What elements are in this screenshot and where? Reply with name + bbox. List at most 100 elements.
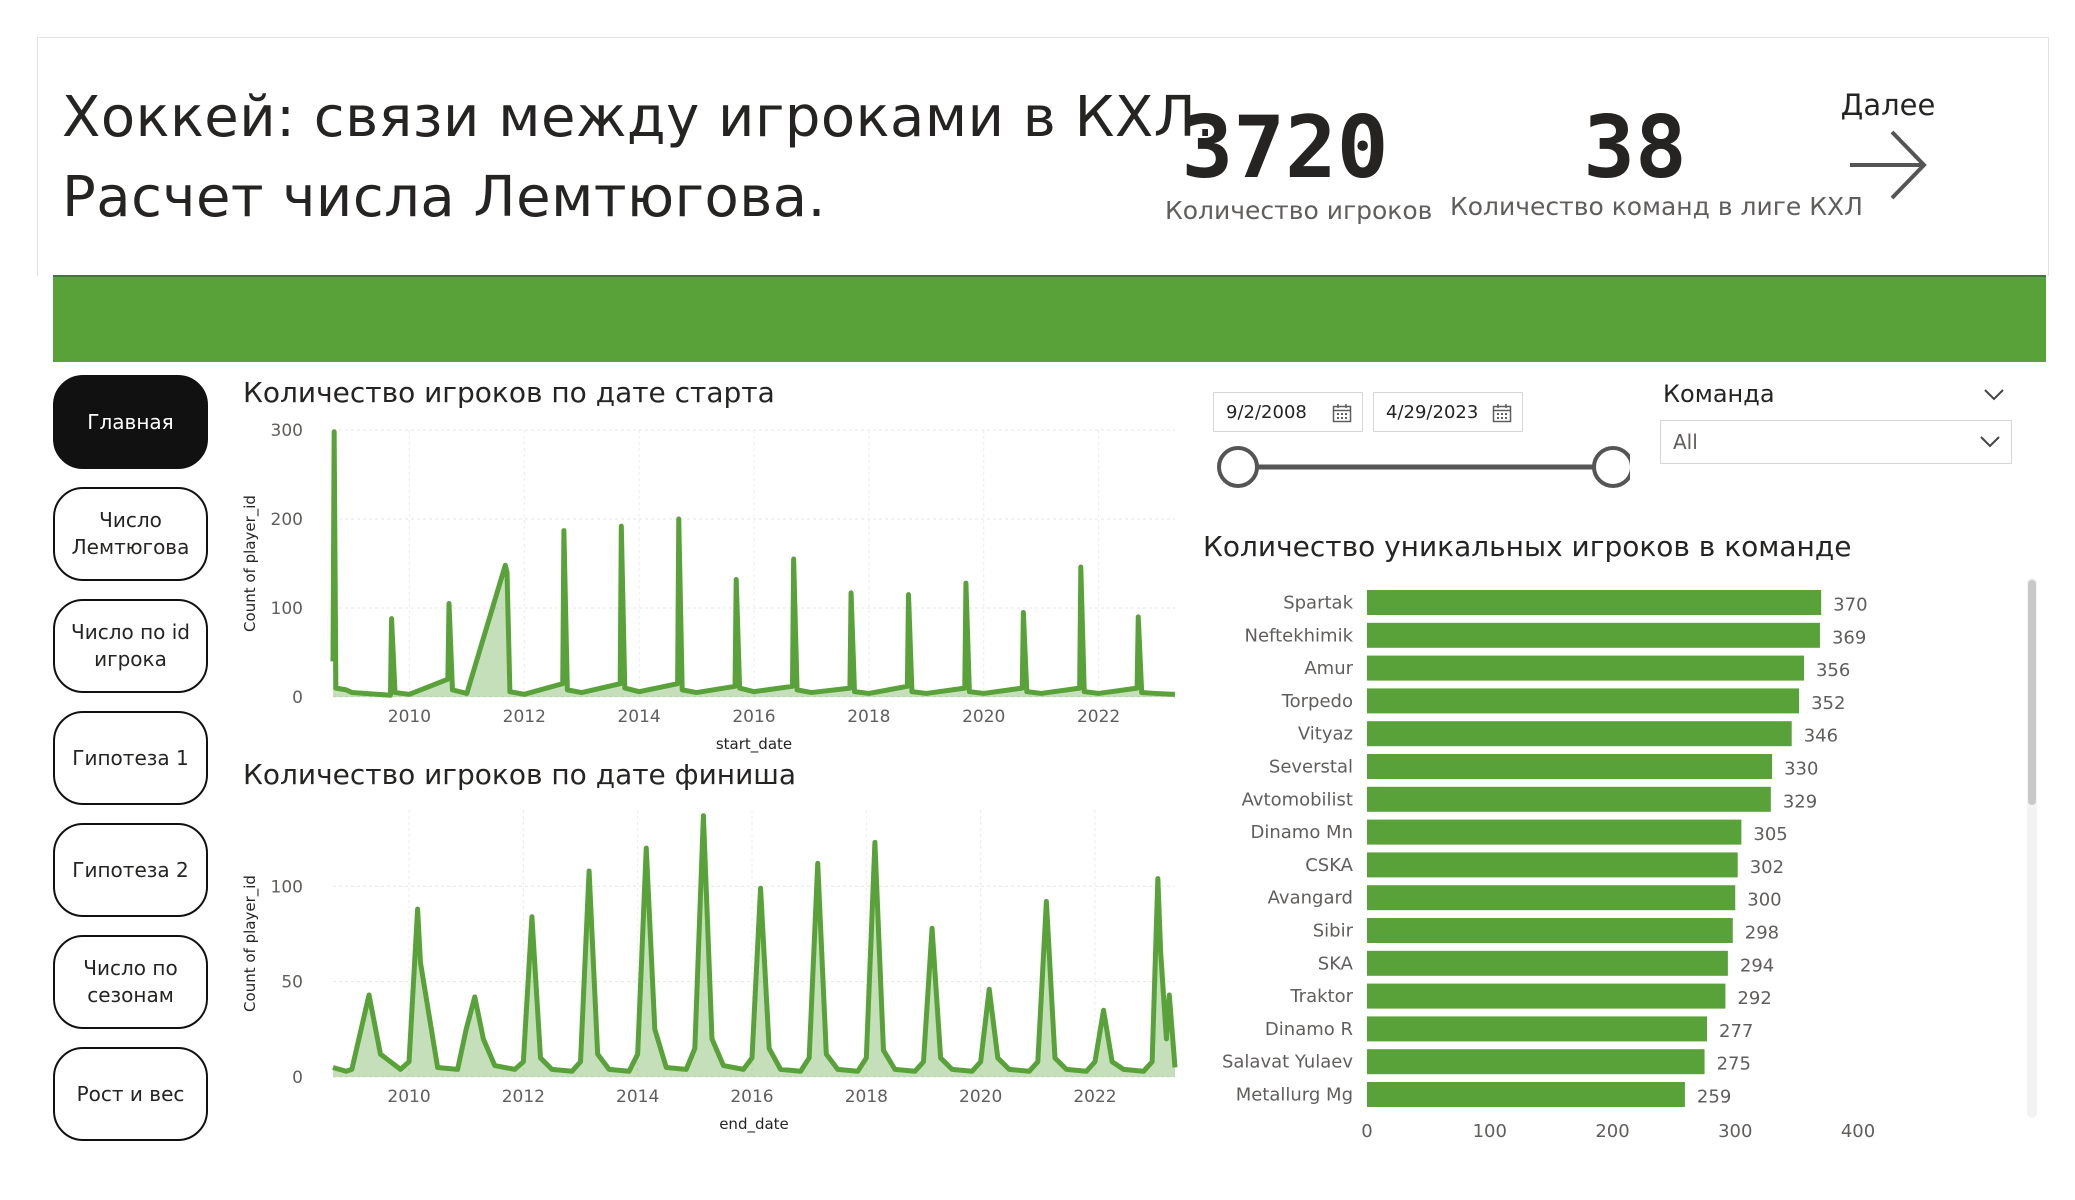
- bar: [1367, 655, 1804, 681]
- nav-button-hypothesis-1[interactable]: Гипотеза 1: [53, 711, 208, 805]
- category-label: Salavat Yulaev: [1222, 1052, 1353, 1073]
- category-label: Dinamo R: [1265, 1019, 1353, 1040]
- category-label: Neftekhimik: [1245, 625, 1354, 646]
- data-label: 330: [1784, 759, 1818, 780]
- bar: [1367, 1049, 1705, 1075]
- date-start-input[interactable]: 9/2/2008: [1213, 392, 1363, 432]
- category-label: Avtomobilist: [1242, 789, 1353, 810]
- bar: [1367, 885, 1736, 911]
- chart-scrollbar-thumb[interactable]: [2028, 580, 2036, 805]
- x-tick-label: 2010: [387, 1087, 430, 1107]
- x-tick-label: 2022: [1077, 707, 1120, 727]
- x-tick-label: 400: [1841, 1121, 1875, 1142]
- bar: [1367, 950, 1728, 976]
- bar: [1367, 852, 1738, 878]
- category-label: Vityaz: [1298, 724, 1353, 745]
- data-label: 275: [1717, 1054, 1751, 1075]
- x-tick-label: 2018: [847, 707, 890, 727]
- data-label: 294: [1740, 955, 1774, 976]
- team-dropdown-value: All: [1673, 430, 1698, 454]
- nav-button-hypothesis-2[interactable]: Гипотеза 2: [53, 823, 208, 917]
- data-label: 369: [1832, 627, 1866, 648]
- y-tick-label: 0: [292, 1068, 303, 1088]
- nav-button-main[interactable]: Главная: [53, 375, 208, 469]
- x-tick-label: 100: [1473, 1121, 1507, 1142]
- start-date-chart: 0 100 200 300 2010 2012 2014 2016 2018 2020 2022 st…: [241, 421, 1176, 754]
- category-label: Avangard: [1268, 888, 1353, 909]
- bar: [1367, 590, 1822, 615]
- bar: [1367, 1082, 1685, 1107]
- bar: [1367, 688, 1800, 714]
- x-tick-label: 2010: [388, 707, 431, 727]
- chevron-down-icon[interactable]: [1983, 388, 2005, 402]
- nav-label: Число по сезонам: [83, 956, 178, 1007]
- kpi-players-label: Количество игроков: [1165, 196, 1433, 225]
- x-tick-label: 200: [1595, 1121, 1629, 1142]
- nav-button-lemtyugov[interactable]: Число Лемтюгова: [53, 487, 208, 581]
- end-date-chart: 0 50 100 2010 2012 2014 2016 2018 2020 2022 end_da…: [241, 810, 1178, 1134]
- green-banner: [53, 275, 2046, 362]
- next-page-button[interactable]: Далее: [1828, 88, 1948, 206]
- nav-label: Число по id игрока: [70, 620, 190, 671]
- x-tick-label: 2012: [502, 1087, 545, 1107]
- kpi-teams-label: Количество команд в лиге КХЛ: [1450, 192, 1863, 221]
- category-label: Torpedo: [1281, 691, 1353, 712]
- data-label: 370: [1833, 595, 1867, 616]
- kpi-players-value: 3720: [1181, 98, 1389, 198]
- team-dropdown[interactable]: All: [1660, 420, 2012, 464]
- nav-button-height-weight[interactable]: Рост и вес: [53, 1047, 208, 1141]
- y-tick-label: 100: [271, 877, 303, 897]
- x-tick-label: 2022: [1073, 1087, 1116, 1107]
- bar: [1367, 918, 1733, 943]
- page-title: Хоккей: связи между игроками в КХЛ. Расч…: [62, 78, 1215, 238]
- kpi-card-teams: 38 Количество команд в лиге КХЛ: [1450, 98, 1863, 221]
- y-tick-label: 50: [281, 973, 303, 993]
- x-tick-label: 2014: [617, 707, 660, 727]
- data-label: 329: [1783, 791, 1817, 812]
- category-label: Amur: [1304, 658, 1353, 679]
- x-tick-label: 2014: [616, 1087, 659, 1107]
- x-tick-label: 2018: [845, 1087, 888, 1107]
- x-tick-label: 300: [1718, 1121, 1752, 1142]
- nav-label: Рост и вес: [76, 1081, 185, 1106]
- title-line-2: Расчет числа Лемтюгова.: [62, 165, 826, 230]
- nav-button-by-seasons[interactable]: Число по сезонам: [53, 935, 208, 1029]
- slider-handle-start[interactable]: [1217, 446, 1259, 488]
- date-range-slider[interactable]: [1210, 437, 1630, 497]
- y-tick-label: 200: [271, 510, 303, 530]
- category-label: Dinamo Mn: [1250, 822, 1353, 843]
- start-chart-title: Количество игроков по дате старта: [243, 376, 775, 409]
- y-tick-label: 0: [292, 688, 303, 708]
- end-chart-title: Количество игроков по дате финиша: [243, 758, 797, 791]
- bar: [1367, 721, 1792, 747]
- chevron-down-icon[interactable]: [1979, 435, 2001, 449]
- data-label: 298: [1745, 923, 1779, 944]
- bar: [1367, 622, 1820, 648]
- calendar-icon[interactable]: [1332, 403, 1352, 423]
- bar: [1367, 786, 1771, 812]
- category-label: Spartak: [1283, 593, 1353, 614]
- x-tick-label: 2020: [962, 707, 1005, 727]
- team-chart-title: Количество уникальных игроков в команде: [1203, 530, 1852, 563]
- nav-label: Гипотеза 2: [72, 857, 189, 882]
- x-axis-label: start_date: [716, 735, 792, 754]
- date-end-input[interactable]: 4/29/2023: [1373, 392, 1523, 432]
- category-label: Sibir: [1313, 921, 1354, 942]
- nav-label: Гипотеза 1: [72, 745, 189, 770]
- calendar-icon[interactable]: [1492, 403, 1512, 423]
- data-label: 352: [1811, 693, 1845, 714]
- next-label: Далее: [1840, 88, 1936, 122]
- kpi-teams-value: 38: [1583, 98, 1687, 198]
- title-line-1: Хоккей: связи между игроками в КХЛ.: [62, 85, 1215, 150]
- slider-handle-end[interactable]: [1592, 446, 1630, 488]
- team-slicer-header[interactable]: Команда: [1663, 380, 2013, 408]
- data-label: 305: [1753, 824, 1787, 845]
- bar: [1367, 819, 1742, 845]
- x-axis-label: end_date: [719, 1115, 789, 1134]
- y-axis-label: Count of player_id: [241, 875, 260, 1012]
- data-label: 300: [1747, 890, 1781, 911]
- y-tick-label: 300: [271, 421, 303, 441]
- team-players-bar-chart: 0 100 200 300 400 Spartak 370 Neftekhimik 369 Amu…: [1222, 590, 1875, 1142]
- data-label: 292: [1737, 988, 1771, 1009]
- nav-button-by-player-id[interactable]: Число по id игрока: [53, 599, 208, 693]
